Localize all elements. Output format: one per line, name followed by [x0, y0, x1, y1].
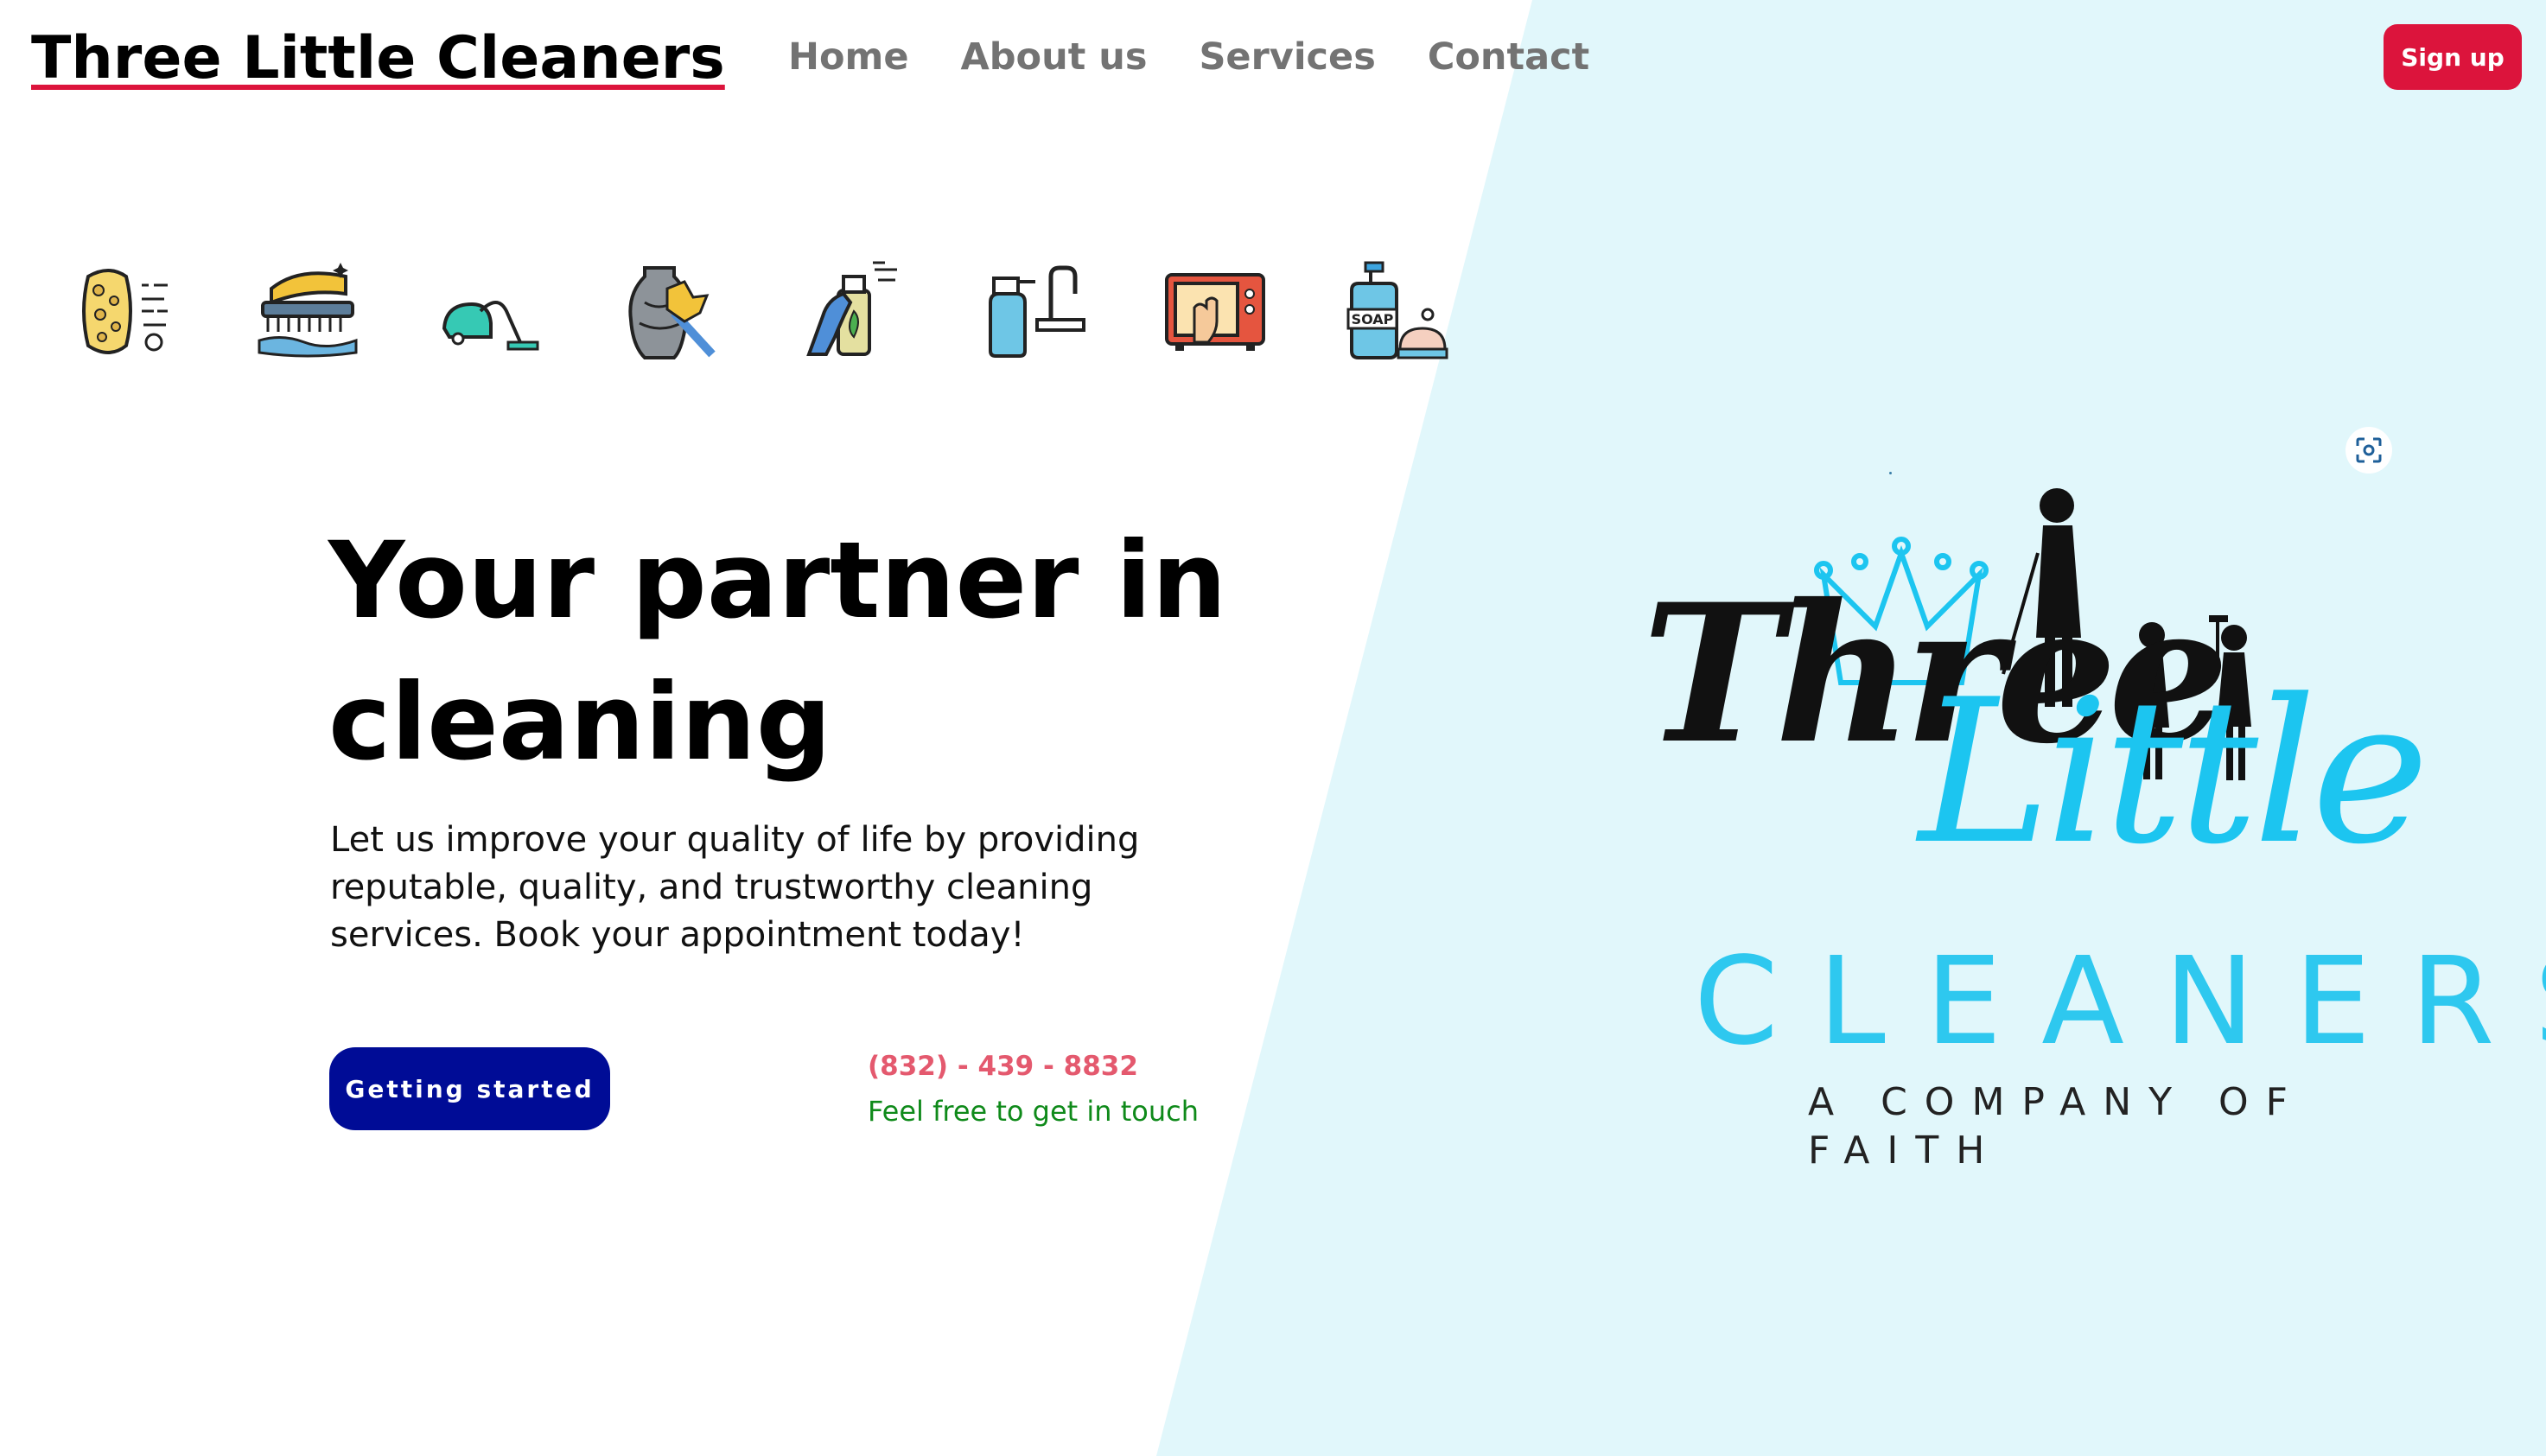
brand-title[interactable]: Three Little Cleaners [31, 19, 725, 99]
vase-duster-icon [619, 259, 722, 363]
sponge-icon [74, 259, 178, 363]
scrub-brush-icon [256, 259, 360, 363]
nav-services[interactable]: Services [1199, 31, 1375, 83]
soap-dispenser-icon: SOAP [1345, 259, 1448, 363]
signup-button[interactable]: Sign up [2384, 24, 2522, 90]
hero-description: Let us improve your quality of life by p… [330, 820, 1140, 955]
main-nav: Home About us Services Contact [788, 31, 1589, 83]
logo-tagline: A COMPANY OF FAITH [1808, 1080, 2305, 1173]
faucet-spray-icon [982, 259, 1085, 363]
logo-word-little: Little [1919, 658, 2429, 888]
soap-label: SOAP [1352, 311, 1394, 327]
phone-number[interactable]: (832) - 439 - 8832 [868, 1047, 1138, 1085]
logo-word-cleaners: CLEANERS [1694, 931, 2546, 1072]
vacuum-cleaner-icon [437, 259, 541, 363]
getting-started-button[interactable]: Getting started [329, 1047, 610, 1130]
hero-title: Your partner in cleaning [328, 519, 1227, 784]
nav-contact[interactable]: Contact [1428, 31, 1589, 83]
spray-bottle-hand-icon [800, 259, 904, 363]
nav-home[interactable]: Home [788, 31, 909, 83]
nav-about-us[interactable]: About us [961, 31, 1148, 83]
microwave-cleaning-icon [1163, 259, 1267, 363]
company-logo: Three Little CLEANERS A COMPANY OF FAITH [1625, 449, 2546, 1173]
contact-tagline: Feel free to get in touch [868, 1095, 1199, 1128]
